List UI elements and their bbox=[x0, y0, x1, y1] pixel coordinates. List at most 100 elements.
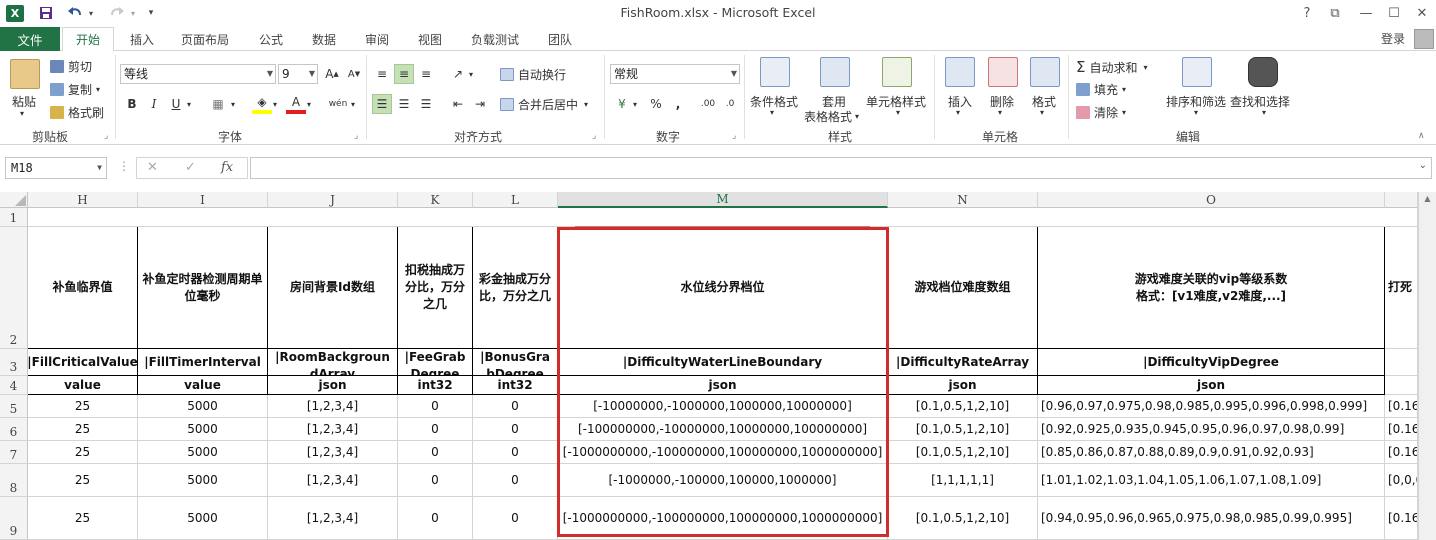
table-cell[interactable]: [1,2,3,4] bbox=[268, 497, 398, 540]
table-cell[interactable]: [-1000000000,-100000000,100000000,100000… bbox=[558, 497, 888, 540]
find-select-dropdown-icon[interactable]: ▾ bbox=[1262, 108, 1266, 117]
italic-icon[interactable]: I bbox=[144, 94, 164, 114]
help-button[interactable]: ? bbox=[1296, 3, 1318, 23]
cell-I2[interactable]: 补鱼定时器检测周期单位毫秒 bbox=[138, 227, 268, 349]
fill-color-icon[interactable]: ◈ bbox=[252, 94, 272, 114]
row-header-5[interactable]: 5 bbox=[0, 395, 28, 418]
align-bottom-icon[interactable]: ≡ bbox=[416, 64, 436, 84]
row-header-1[interactable]: 1 bbox=[0, 208, 28, 227]
borders-icon[interactable]: ▦ bbox=[208, 94, 228, 114]
cell-L4[interactable]: int32 bbox=[473, 376, 558, 395]
format-dropdown-icon[interactable]: ▾ bbox=[1040, 108, 1044, 117]
column-header-K[interactable]: K bbox=[398, 192, 473, 208]
tab-review[interactable]: 审阅 bbox=[356, 27, 398, 51]
cell-K4[interactable]: int32 bbox=[398, 376, 473, 395]
autosum-button[interactable]: Σ 自动求和 ▾ bbox=[1076, 58, 1148, 76]
tab-page-layout[interactable]: 页面布局 bbox=[172, 27, 238, 51]
table-cell[interactable]: 0 bbox=[473, 418, 558, 441]
clear-button[interactable]: 清除 ▾ bbox=[1076, 104, 1126, 121]
table-cell[interactable]: 0 bbox=[473, 497, 558, 540]
column-header-N[interactable]: N bbox=[888, 192, 1038, 208]
row-header-9[interactable]: 9 bbox=[0, 497, 28, 540]
cell-O4[interactable]: json bbox=[1038, 376, 1385, 395]
insert-cells-icon[interactable] bbox=[945, 57, 975, 87]
font-size-combo[interactable]: 9 ▼ bbox=[278, 64, 318, 84]
cell-H3[interactable]: |FillCriticalValue bbox=[28, 349, 138, 376]
cell-I4[interactable]: value bbox=[138, 376, 268, 395]
table-cell[interactable]: 25 bbox=[28, 395, 138, 418]
paste-dropdown-icon[interactable]: ▾ bbox=[20, 109, 24, 118]
cell-P4[interactable] bbox=[1385, 376, 1418, 395]
table-cell[interactable]: [1,2,3,4] bbox=[268, 395, 398, 418]
font-launcher-icon[interactable]: ⌟ bbox=[354, 131, 358, 141]
cell-H2[interactable]: 补鱼临界值 bbox=[28, 227, 138, 349]
format-as-table-button[interactable]: 表格格式 ▾ bbox=[804, 108, 859, 125]
table-cell[interactable]: 0 bbox=[398, 497, 473, 540]
percent-style-icon[interactable]: % bbox=[646, 94, 666, 114]
insert-function-icon[interactable]: fx bbox=[221, 160, 233, 175]
phonetic-guide-icon[interactable]: wén bbox=[328, 94, 348, 114]
formula-input[interactable]: ⌄ bbox=[250, 157, 1432, 179]
worksheet-grid[interactable]: H I J K L M N O 1 2 3 4 5 6 7 8 9 补鱼临界值 … bbox=[0, 192, 1436, 540]
table-cell[interactable]: [0.1,0.5,1,2,10] bbox=[888, 497, 1038, 540]
decrease-indent-icon[interactable]: ⇤ bbox=[448, 94, 468, 114]
cell-styles-dropdown-icon[interactable]: ▾ bbox=[896, 108, 900, 117]
expand-formula-bar-icon[interactable]: ⌄ bbox=[1419, 160, 1427, 171]
increase-font-size-icon[interactable]: A ▲ bbox=[322, 64, 342, 84]
cell-J3[interactable]: |RoomBackgroundArray bbox=[268, 349, 398, 376]
accounting-format-icon[interactable]: ¥ bbox=[612, 94, 632, 114]
table-cell[interactable]: 0 bbox=[473, 464, 558, 497]
tab-load-test[interactable]: 负载测试 bbox=[462, 27, 528, 51]
align-top-icon[interactable]: ≡ bbox=[372, 64, 392, 84]
clipboard-launcher-icon[interactable]: ⌟ bbox=[104, 131, 108, 141]
cell-N2[interactable]: 游戏档位难度数组 bbox=[888, 227, 1038, 349]
binoculars-icon[interactable] bbox=[1248, 57, 1278, 87]
table-cell[interactable]: 0 bbox=[473, 441, 558, 464]
table-cell[interactable]: [0.94,0.95,0.96,0.965,0.975,0.98,0.985,0… bbox=[1038, 497, 1385, 540]
comma-style-icon[interactable]: , bbox=[668, 94, 688, 114]
tab-file[interactable]: 文件 bbox=[0, 27, 60, 51]
cell-M3[interactable]: |DifficultyWaterLineBoundary bbox=[558, 349, 888, 376]
scroll-up-icon[interactable]: ▲ bbox=[1421, 194, 1434, 206]
align-right-icon[interactable]: ☰ bbox=[416, 94, 436, 114]
ribbon-display-options-button[interactable]: ⧉ bbox=[1324, 3, 1346, 23]
cell-N4[interactable]: json bbox=[888, 376, 1038, 395]
phonetic-dropdown-icon[interactable]: ▾ bbox=[348, 94, 358, 114]
close-button[interactable]: ✕ bbox=[1411, 3, 1433, 23]
row-header-7[interactable]: 7 bbox=[0, 441, 28, 464]
cell-J4[interactable]: json bbox=[268, 376, 398, 395]
merge-center-button[interactable]: 合并后居中 ▾ bbox=[500, 96, 588, 113]
decrease-decimal-icon[interactable]: .0 bbox=[720, 94, 740, 114]
table-cell[interactable]: [0.16 bbox=[1385, 497, 1418, 540]
underline-dropdown-icon[interactable]: ▾ bbox=[184, 94, 194, 114]
table-cell[interactable]: [1,2,3,4] bbox=[268, 464, 398, 497]
row-header-6[interactable]: 6 bbox=[0, 418, 28, 441]
cell-P2[interactable]: 打死 bbox=[1385, 227, 1418, 349]
decrease-font-size-icon[interactable]: A ▼ bbox=[344, 64, 364, 84]
cell-M4[interactable]: json bbox=[558, 376, 888, 395]
orientation-icon[interactable]: ↗ bbox=[448, 64, 468, 84]
name-box[interactable]: M18 ▼ bbox=[5, 157, 107, 179]
format-painter-button[interactable]: 格式刷 bbox=[50, 104, 104, 121]
table-cell[interactable]: [0.1,0.5,1,2,10] bbox=[888, 395, 1038, 418]
column-header-O[interactable]: O bbox=[1038, 192, 1385, 208]
table-cell[interactable]: 0 bbox=[398, 395, 473, 418]
confirm-entry-icon[interactable]: ✓ bbox=[185, 160, 196, 175]
column-header-L[interactable]: L bbox=[473, 192, 558, 208]
table-cell[interactable]: [0.1,0.5,1,2,10] bbox=[888, 418, 1038, 441]
row-header-2[interactable]: 2 bbox=[0, 227, 28, 349]
table-cell[interactable]: [0.92,0.925,0.935,0.945,0.95,0.96,0.97,0… bbox=[1038, 418, 1385, 441]
table-cell[interactable]: [0.16 bbox=[1385, 418, 1418, 441]
find-select-button[interactable]: 查找和选择 bbox=[1230, 93, 1290, 110]
cell-J2[interactable]: 房间背景Id数组 bbox=[268, 227, 398, 349]
cell-N3[interactable]: |DifficultyRateArray bbox=[888, 349, 1038, 376]
table-cell[interactable]: 5000 bbox=[138, 395, 268, 418]
cut-button[interactable]: 剪切 bbox=[50, 58, 92, 75]
cell-K3[interactable]: |FeeGrabDegree bbox=[398, 349, 473, 376]
table-cell[interactable]: [0.96,0.97,0.975,0.98,0.985,0.995,0.996,… bbox=[1038, 395, 1385, 418]
table-cell[interactable]: [1,2,3,4] bbox=[268, 418, 398, 441]
table-cell[interactable]: 0 bbox=[473, 395, 558, 418]
increase-decimal-icon[interactable]: .00 bbox=[698, 94, 718, 114]
cell-L2[interactable]: 彩金抽成万分比，万分之几 bbox=[473, 227, 558, 349]
table-cell[interactable]: [0.16 bbox=[1385, 395, 1418, 418]
